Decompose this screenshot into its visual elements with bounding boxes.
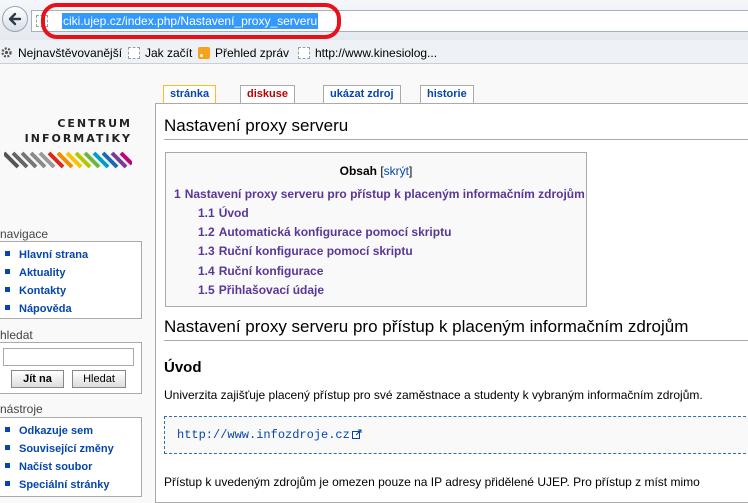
section-heading: Nastavení proxy serveru pro přístup k pl…	[164, 317, 748, 341]
access-paragraph: Přístup k uvedeným zdrojům je omezen pou…	[164, 475, 700, 489]
site-logo[interactable]: CENTRUM INFORMATIKY	[0, 115, 150, 185]
toc-item[interactable]: 1 Nastavení proxy serveru pro přístup k p…	[174, 186, 585, 202]
bookmark-label: Přehled zpráv	[215, 46, 290, 60]
bookmark-label: Jak začít	[145, 46, 193, 60]
tools-portlet-title: nástroje	[0, 402, 43, 416]
search-input[interactable]	[3, 348, 134, 366]
bookmark-label: Nejnavštěvovanější	[18, 46, 123, 60]
tab-discussion[interactable]: diskuse	[240, 85, 295, 103]
toc-header: Obsah [skrýt]	[339, 164, 413, 178]
logo-stripes-graphic	[4, 151, 132, 169]
navigation-portlet: Hlavní strana Aktuality Kontakty Nápověd…	[0, 241, 142, 319]
go-button[interactable]: Jít na	[11, 370, 64, 388]
tab-page[interactable]: stránka	[163, 85, 217, 104]
subsection-heading: Úvod	[164, 359, 202, 376]
navigation-toolbar: ciki.ujep.cz/index.php/Nastavení_proxy_s…	[0, 0, 748, 40]
infozdroje-link[interactable]: http://www.infozdroje.cz	[177, 428, 362, 442]
bookmark-label: http://www.kinesiolog...	[315, 46, 438, 60]
back-arrow-icon	[8, 12, 22, 26]
tools-portlet: Odkazuje sem Související změny Načíst so…	[0, 417, 142, 497]
red-highlight-annotation	[41, 3, 341, 39]
sidebar-item-help[interactable]: Nápověda	[5, 301, 72, 317]
sidebar-item-news[interactable]: Aktuality	[5, 265, 65, 281]
page-title: Nastavení proxy serveru	[164, 116, 748, 140]
code-block: http://www.infozdroje.cz	[164, 416, 748, 454]
tab-history[interactable]: historie	[420, 85, 474, 103]
bookmark-kinesiolog[interactable]: http://www.kinesiolog...	[298, 45, 437, 61]
back-button[interactable]	[2, 6, 28, 32]
toc-item[interactable]: 1.4 Ruční konfigurace	[198, 263, 323, 279]
bookmark-news-feed[interactable]: Přehled zpráv	[198, 45, 289, 61]
bookmarks-toolbar: Nejnavštěvovanější Jak začít Přehled zpr…	[0, 40, 748, 64]
tab-view-source[interactable]: ukázat zdroj	[323, 85, 401, 103]
logo-text-line2: INFORMATIKY	[24, 132, 132, 145]
wiki-page: CENTRUM INFORMATIKY navigace Hlavní stra…	[0, 65, 748, 503]
search-portlet-title: hledat	[0, 328, 33, 342]
toc-item[interactable]: 1.5 Přihlašovací údaje	[198, 282, 324, 298]
sidebar-item-related-changes[interactable]: Související změny	[5, 441, 114, 457]
bookmark-getting-started[interactable]: Jak začít	[128, 45, 192, 61]
blank-page-icon	[128, 47, 140, 59]
blank-page-icon	[298, 47, 310, 59]
external-link-icon	[351, 429, 362, 439]
toc-hide-toggle[interactable]: skrýt	[384, 164, 409, 178]
toc-item[interactable]: 1.2 Automatická konfigurace pomocí skript…	[198, 224, 451, 240]
toc-title: Obsah	[339, 164, 377, 178]
sidebar-item-special-pages[interactable]: Speciální stránky	[5, 477, 110, 493]
toc-item[interactable]: 1.3 Ruční konfigurace pomocí skriptu	[198, 243, 413, 259]
sidebar-item-what-links-here[interactable]: Odkazuje sem	[5, 423, 93, 439]
gear-icon	[1, 47, 12, 58]
sidebar-item-main-page[interactable]: Hlavní strana	[5, 247, 88, 263]
table-of-contents: Obsah [skrýt] 1 Nastavení proxy serveru p…	[165, 152, 587, 307]
navigation-portlet-title: navigace	[0, 227, 49, 241]
toc-item[interactable]: 1.1 Úvod	[198, 205, 249, 221]
intro-paragraph: Univerzita zajišťuje placený přístup pro…	[164, 388, 703, 402]
sidebar-item-upload-file[interactable]: Načíst soubor	[5, 459, 92, 475]
search-button[interactable]: Hledat	[72, 370, 126, 388]
content-area: Nastavení proxy serveru Obsah [skrýt] 1N…	[155, 103, 748, 503]
bookmark-most-visited[interactable]: Nejnavštěvovanější	[0, 45, 122, 61]
rss-icon	[198, 47, 210, 59]
search-portlet: Jít na Hledat	[0, 342, 142, 394]
sidebar-item-contacts[interactable]: Kontakty	[5, 283, 66, 299]
logo-text-line1: CENTRUM	[57, 117, 132, 130]
